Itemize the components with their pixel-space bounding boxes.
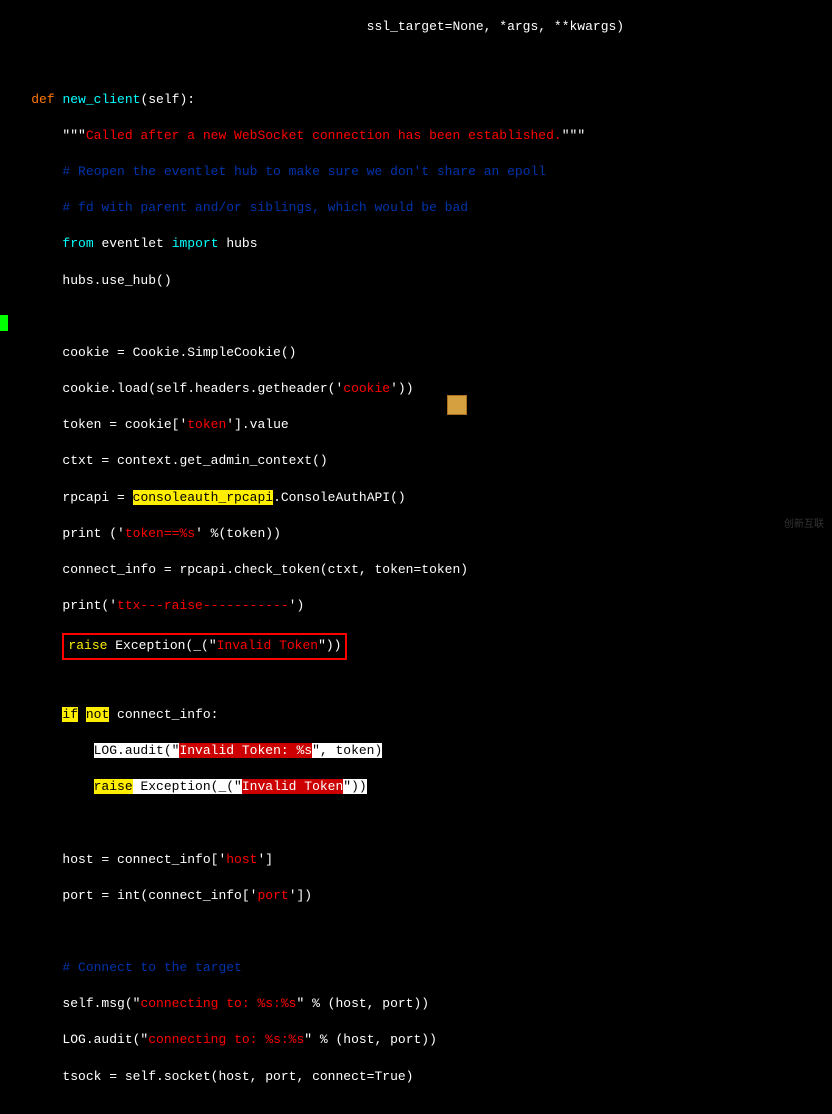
code-line: host = connect_info['host'] bbox=[0, 851, 832, 869]
code-line: raise Exception(_("Invalid Token")) bbox=[0, 633, 832, 651]
code-line bbox=[0, 923, 832, 941]
folder-icon bbox=[447, 395, 467, 415]
code-line bbox=[0, 670, 832, 688]
code-line: ssl_target=None, *args, **kwargs) bbox=[0, 18, 832, 36]
code-line: rpcapi = consoleauth_rpcapi.ConsoleAuthA… bbox=[0, 489, 832, 507]
highlighted-line-box: raise Exception(_("Invalid Token")) bbox=[62, 633, 347, 659]
code-line: LOG.audit("Invalid Token: %s", token) bbox=[0, 742, 832, 760]
keyword-not: not bbox=[86, 707, 109, 722]
code-line: """Called after a new WebSocket connecti… bbox=[0, 127, 832, 145]
code-line bbox=[0, 814, 832, 832]
code-line: # Reopen the eventlet hub to make sure w… bbox=[0, 163, 832, 181]
keyword-if: if bbox=[62, 707, 78, 722]
cursor-indicator bbox=[0, 315, 8, 331]
code-line: LOG.audit("connecting to: %s:%s" % (host… bbox=[0, 1031, 832, 1049]
code-line bbox=[0, 54, 832, 72]
code-line: self.msg("connecting to: %s:%s" % (host,… bbox=[0, 995, 832, 1013]
watermark-logo: 创新互联 bbox=[764, 519, 824, 549]
code-line: # Connect to the target bbox=[0, 959, 832, 977]
code-editor[interactable]: ssl_target=None, *args, **kwargs) def ne… bbox=[0, 0, 832, 1114]
code-line: print ('token==%s' %(token)) bbox=[0, 525, 832, 543]
search-highlight: consoleauth_rpcapi bbox=[133, 490, 273, 505]
code-line: port = int(connect_info['port']) bbox=[0, 887, 832, 905]
code-line: cookie = Cookie.SimpleCookie() bbox=[0, 344, 832, 362]
code-line: # fd with parent and/or siblings, which … bbox=[0, 199, 832, 217]
code-line: if not connect_info: bbox=[0, 706, 832, 724]
code-line bbox=[0, 1104, 832, 1114]
code-line: cookie.load(self.headers.getheader('cook… bbox=[0, 380, 832, 398]
code-line: from eventlet import hubs bbox=[0, 235, 832, 253]
code-line: token = cookie['token'].value bbox=[0, 416, 832, 434]
code-line: hubs.use_hub() bbox=[0, 272, 832, 290]
code-line: def new_client(self): bbox=[0, 91, 832, 109]
code-line bbox=[0, 308, 832, 326]
code-line: connect_info = rpcapi.check_token(ctxt, … bbox=[0, 561, 832, 579]
code-line: raise Exception(_("Invalid Token")) bbox=[0, 778, 832, 796]
code-line: print('ttx---raise-----------') bbox=[0, 597, 832, 615]
code-line: ctxt = context.get_admin_context() bbox=[0, 452, 832, 470]
code-line: tsock = self.socket(host, port, connect=… bbox=[0, 1068, 832, 1086]
